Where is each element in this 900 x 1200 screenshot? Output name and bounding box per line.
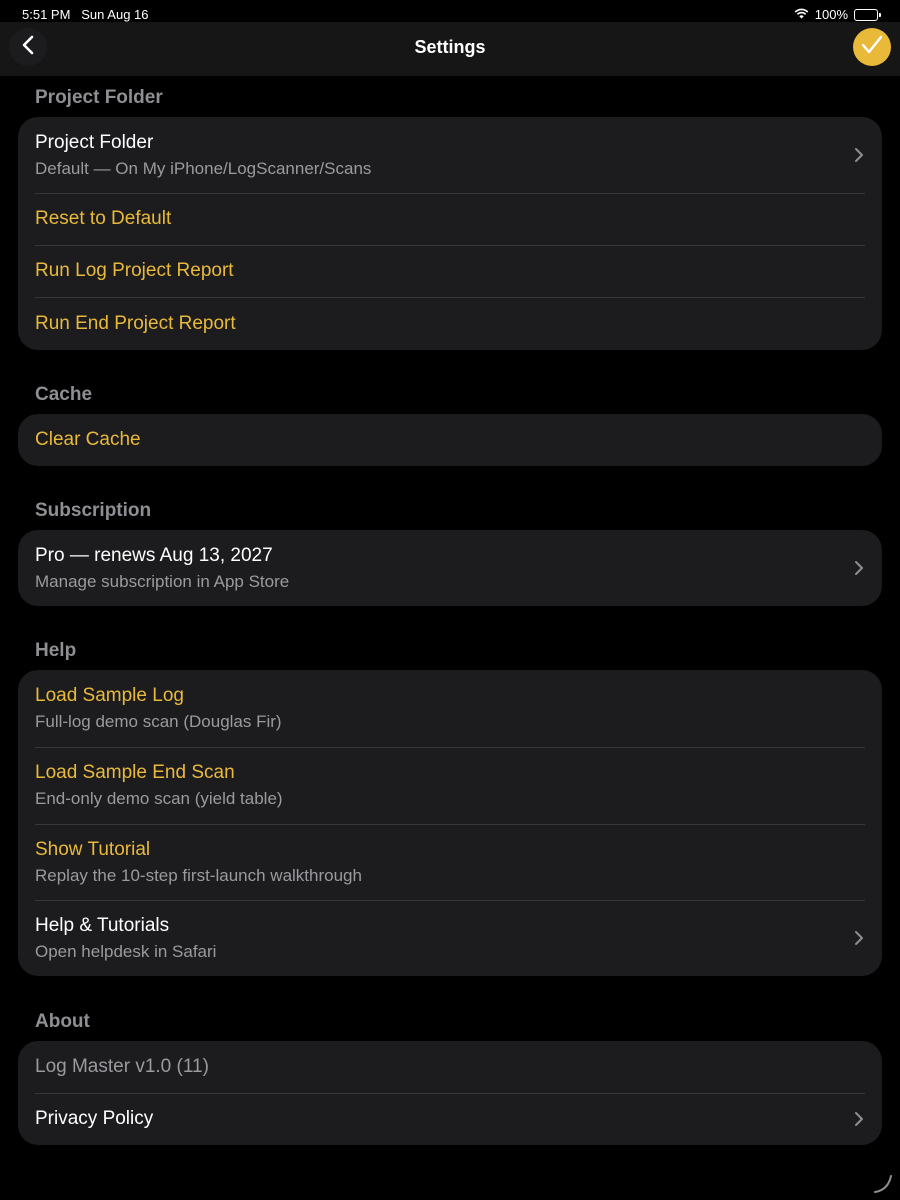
subscription-group: Pro — renews Aug 13, 2027 Manage subscri… [18, 530, 882, 606]
version-row: Log Master v1.0 (11) [18, 1041, 882, 1093]
load-sample-log-button[interactable]: Load Sample Log Full-log demo scan (Doug… [18, 670, 882, 747]
chevron-right-icon [853, 146, 865, 164]
run-end-project-report-button[interactable]: Run End Project Report [18, 297, 882, 350]
clear-cache-button[interactable]: Clear Cache [18, 414, 882, 466]
help-and-tutorials-row[interactable]: Help & Tutorials Open helpdesk in Safari [18, 900, 882, 976]
row-subtitle: Default — On My iPhone/LogScanner/Scans [35, 158, 372, 178]
battery-icon [854, 8, 881, 21]
row-title: Clear Cache [35, 429, 141, 450]
project-folder-group: Project Folder Default — On My iPhone/Lo… [18, 117, 882, 350]
nav-bar: Settings [0, 22, 900, 76]
show-tutorial-button[interactable]: Show Tutorial Replay the 10-step first-l… [18, 824, 882, 900]
about-group: Log Master v1.0 (11) Privacy Policy [18, 1041, 882, 1145]
cache-group: Clear Cache [18, 414, 882, 466]
chevron-right-icon [853, 1110, 865, 1128]
row-title: Load Sample End Scan [35, 762, 235, 783]
status-date: Sun Aug 16 [81, 7, 149, 22]
row-title: Reset to Default [35, 208, 172, 229]
project-folder-row[interactable]: Project Folder Default — On My iPhone/Lo… [18, 117, 882, 193]
app-version: Log Master v1.0 (11) [35, 1056, 209, 1077]
page-title: Settings [414, 37, 486, 57]
row-subtitle: Open helpdesk in Safari [35, 941, 217, 961]
row-title: Privacy Policy [35, 1108, 154, 1129]
checkmark-icon [861, 35, 883, 60]
row-title: Load Sample Log [35, 685, 184, 706]
row-title: Project Folder [35, 131, 154, 153]
row-title: Help & Tutorials [35, 914, 170, 936]
run-log-project-report-button[interactable]: Run Log Project Report [18, 245, 882, 297]
resize-handle-icon[interactable] [872, 1172, 894, 1194]
row-title: Run Log Project Report [35, 260, 234, 281]
wifi-icon [794, 7, 809, 22]
chevron-right-icon [853, 929, 865, 947]
row-subtitle: Replay the 10-step first-launch walkthro… [35, 865, 362, 885]
section-header-about: About [35, 1011, 90, 1032]
row-subtitle: End-only demo scan (yield table) [35, 789, 283, 808]
row-title: Run End Project Report [35, 312, 236, 334]
row-subtitle: Manage subscription in App Store [35, 571, 290, 591]
section-header-cache: Cache [35, 384, 93, 405]
status-time: 5:51 PM [22, 7, 71, 22]
row-title: Pro — renews Aug 13, 2027 [35, 544, 273, 566]
help-group: Load Sample Log Full-log demo scan (Doug… [18, 670, 882, 976]
subscription-row[interactable]: Pro — renews Aug 13, 2027 Manage subscri… [18, 530, 882, 606]
chevron-right-icon [853, 559, 865, 577]
battery-percent: 100% [814, 7, 848, 22]
reset-to-default-button[interactable]: Reset to Default [18, 193, 882, 245]
privacy-policy-row[interactable]: Privacy Policy [18, 1093, 882, 1145]
done-button[interactable] [853, 28, 891, 66]
section-header-project-folder: Project Folder [35, 87, 163, 108]
row-title: Show Tutorial [35, 838, 151, 860]
section-header-help: Help [35, 640, 77, 661]
load-sample-end-scan-button[interactable]: Load Sample End Scan End-only demo scan … [18, 747, 882, 824]
row-subtitle: Full-log demo scan (Douglas Fir) [35, 712, 282, 731]
section-header-subscription: Subscription [35, 500, 152, 521]
